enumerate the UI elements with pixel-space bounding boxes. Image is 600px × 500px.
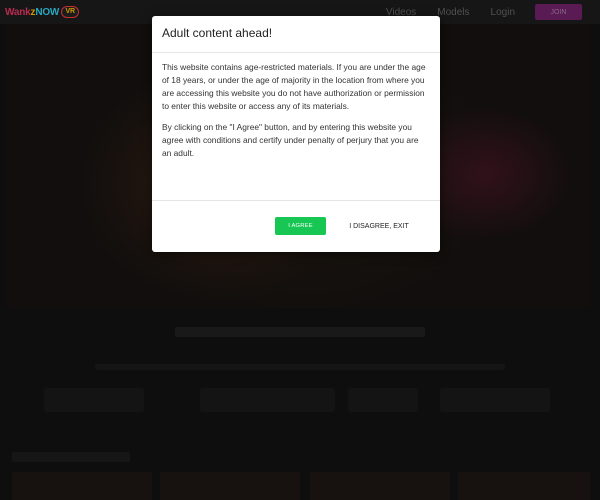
disagree-exit-button[interactable]: I DISAGREE, EXIT [344, 217, 414, 235]
modal-body: This website contains age-restricted mat… [152, 53, 440, 160]
modal-paragraph-consent: By clicking on the "I Agree" button, and… [162, 122, 419, 158]
agree-button[interactable]: I AGREE [275, 217, 326, 235]
modal-header: Adult content ahead! [152, 16, 440, 53]
modal-paragraph-restriction: This website contains age-restricted mat… [162, 62, 426, 111]
page: Wank z NOW VR Videos Models Login JOIN Adu… [0, 0, 600, 500]
modal-title: Adult content ahead! [162, 26, 273, 40]
modal-footer: I AGREE I DISAGREE, EXIT [152, 200, 440, 252]
age-verification-modal: Adult content ahead! This website contai… [152, 16, 440, 252]
